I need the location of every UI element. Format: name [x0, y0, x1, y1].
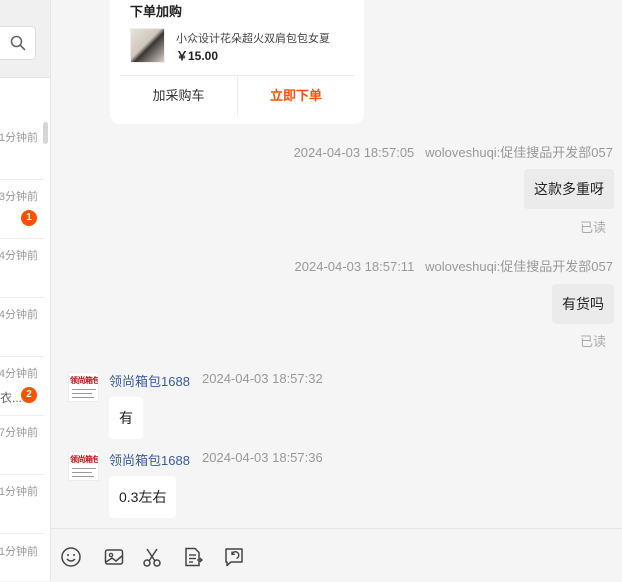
- message-meta: 2024-04-03 18:57:05 woloveshuqi:促佳搜品开发部0…: [294, 142, 613, 161]
- message-bubble-self[interactable]: 这款多重呀: [524, 169, 614, 209]
- conversation-time: 4分钟前: [0, 309, 38, 321]
- search-bar: [0, 0, 50, 78]
- conversation-snippet: 衣...: [0, 391, 23, 405]
- unread-badge: 2: [21, 387, 37, 403]
- add-to-purchase-cart-button[interactable]: 加采购车: [120, 77, 237, 115]
- read-status: 已读: [579, 220, 606, 235]
- conversation-time: 1分钟前: [0, 132, 38, 144]
- avatar-logo-line: [72, 389, 96, 390]
- product-price: ￥15.00: [176, 49, 219, 63]
- avatar-logo-line: [72, 393, 92, 394]
- conversation-item[interactable]: 1分钟前: [0, 475, 44, 534]
- message-time: 2024-04-03 18:57:11: [294, 259, 415, 274]
- conversation-item[interactable]: 1分钟前: [0, 535, 44, 581]
- conversation-item[interactable]: 7分钟前: [0, 416, 44, 475]
- message-bubble-self[interactable]: 有货吗: [552, 284, 614, 324]
- avatar-logo: 领尚箱包: [70, 376, 99, 385]
- product-order-card: 下单加购 小众设计花朵超火双肩包包女夏 ￥15.00 加采购车 立即下单: [110, 0, 364, 124]
- conversation-time: 3分钟前: [0, 191, 38, 203]
- chat-message-area: 下单加购 小众设计花朵超火双肩包包女夏 ￥15.00 加采购车 立即下单 202…: [51, 0, 622, 528]
- avatar[interactable]: 领尚箱包: [68, 372, 99, 402]
- scissors-icon: [143, 548, 161, 567]
- conversation-time: 7分钟前: [0, 427, 38, 439]
- read-status: 已读: [579, 334, 606, 349]
- emoji-icon: [61, 547, 81, 567]
- conversation-item[interactable]: 4分钟前 衣... 2: [0, 357, 44, 416]
- emoji-button[interactable]: [60, 546, 82, 568]
- card-title: 下单加购: [130, 4, 183, 19]
- product-name[interactable]: 小众设计花朵超火双肩包包女夏: [176, 30, 330, 46]
- message-time: 2024-04-03 18:57:05: [293, 145, 415, 160]
- conversation-time: 4分钟前: [0, 250, 38, 262]
- conversation-item[interactable]: 4分钟前: [0, 239, 44, 298]
- conversation-time: 1分钟前: [0, 546, 38, 558]
- conversation-item[interactable]: 3分钟前 1: [0, 180, 44, 239]
- conversation-item[interactable]: 4分钟前: [0, 298, 44, 357]
- message-time: 2024-04-03 18:57:32: [202, 371, 323, 386]
- message-sender: woloveshuqi:促佳搜品开发部057: [425, 145, 613, 160]
- product-thumbnail[interactable]: [130, 28, 165, 63]
- avatar[interactable]: 领尚箱包: [68, 451, 99, 481]
- message-time: 2024-04-03 18:57:36: [202, 450, 323, 465]
- conversation-item[interactable]: 1分钟前: [0, 121, 44, 180]
- screenshot-button[interactable]: [141, 546, 163, 568]
- order-now-button[interactable]: 立即下单: [238, 77, 354, 115]
- recall-icon: [225, 548, 243, 567]
- search-button[interactable]: [0, 26, 36, 60]
- avatar-logo-line: [72, 476, 94, 477]
- avatar-logo-line: [72, 397, 94, 398]
- conversation-time: 4分钟前: [0, 368, 38, 380]
- sender-name[interactable]: 领尚箱包1688: [109, 371, 190, 390]
- search-icon: [10, 35, 26, 51]
- message-meta: 2024-04-03 18:57:11 woloveshuqi:促佳搜品开发部0…: [295, 256, 613, 275]
- message-bubble-other[interactable]: 有: [109, 397, 143, 439]
- avatar-logo-line: [72, 472, 92, 473]
- avatar-logo: 领尚箱包: [70, 455, 99, 464]
- conversation-list: 1分钟前 3分钟前 1 4分钟前 4分钟前 4分钟前 衣... 2 7分钟前 1…: [0, 0, 51, 581]
- sender-name[interactable]: 领尚箱包1688: [109, 450, 190, 469]
- document-button[interactable]: [182, 546, 204, 568]
- conversation-time: 1分钟前: [0, 486, 38, 498]
- avatar-logo-line: [72, 468, 96, 469]
- unread-badge: 1: [21, 210, 37, 226]
- input-toolbar: [51, 528, 622, 582]
- image-button[interactable]: [103, 546, 125, 568]
- document-icon: [185, 547, 203, 567]
- message-sender: woloveshuqi:促佳搜品开发部057: [425, 259, 613, 274]
- image-icon: [104, 549, 124, 565]
- message-bubble-other[interactable]: 0.3左右: [109, 476, 177, 518]
- recall-button[interactable]: [223, 546, 245, 568]
